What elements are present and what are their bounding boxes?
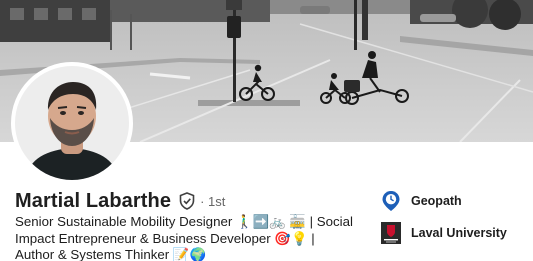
school-name: Laval University	[411, 226, 507, 240]
education-laval-university[interactable]: Laval University	[381, 222, 507, 244]
university-shield-icon	[381, 222, 401, 244]
profile-card: Martial Labarthe · 1st Senior Sustainabl…	[0, 0, 533, 261]
profile-headline: Senior Sustainable Mobility Designer 🚶‍♂…	[15, 214, 353, 261]
profile-photo-frame[interactable]	[11, 62, 133, 184]
connection-degree: · 1st	[200, 193, 226, 209]
avatar[interactable]	[15, 66, 129, 180]
verified-shield-icon[interactable]	[179, 192, 195, 210]
current-company-geopath[interactable]: Geopath	[381, 190, 462, 212]
company-name: Geopath	[411, 194, 462, 208]
name-row: Martial Labarthe · 1st	[15, 189, 225, 213]
location-pin-icon	[381, 190, 401, 212]
profile-photo	[15, 66, 129, 180]
profile-name: Martial Labarthe	[15, 189, 172, 212]
